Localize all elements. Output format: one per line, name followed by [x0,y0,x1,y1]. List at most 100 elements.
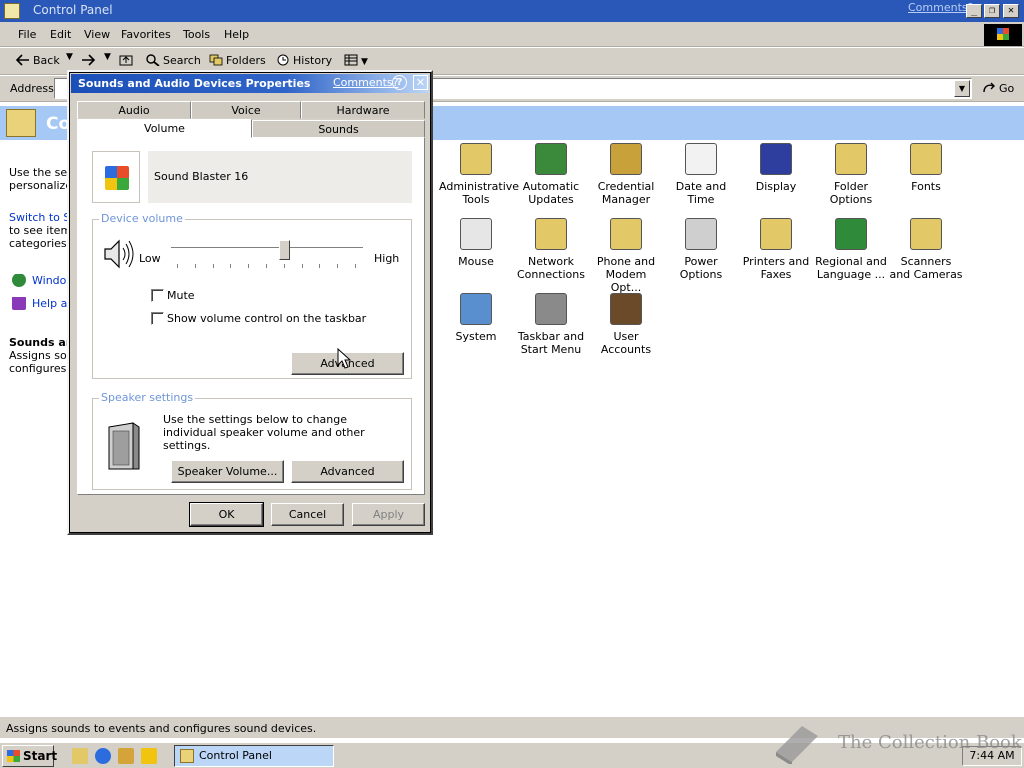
go-button[interactable]: Go [982,82,1014,95]
control-panel-item[interactable]: User Accounts [589,293,663,356]
help-book-icon [12,297,26,310]
control-panel-item-label: User Accounts [600,330,652,356]
speaker-settings-description: Use the settings below to change individ… [163,413,365,452]
address-dropdown-icon[interactable]: ▼ [954,80,970,97]
internet-explorer-icon[interactable] [95,748,111,764]
dialog-help-button[interactable]: ? [392,75,407,90]
menu-help[interactable]: Help [224,28,249,41]
mute-checkbox[interactable] [151,289,164,302]
desktop-quicklaunch-icon[interactable] [72,748,88,764]
back-dropdown-icon[interactable]: ▼ [66,52,73,62]
windows-update-link[interactable]: Window [10,274,70,287]
mute-label: Mute [167,289,195,302]
computer-icon [460,293,492,325]
control-panel-item[interactable]: Printers and Faxes [739,218,813,281]
go-arrow-icon [983,82,995,93]
control-panel-item[interactable]: Administrative Tools [439,143,519,206]
control-panel-item[interactable]: Automatic Updates [514,143,588,206]
volume-slider-tick [230,264,232,268]
minimize-button[interactable]: _ [966,4,982,18]
control-panel-item[interactable]: Regional and Language ... [814,218,888,281]
phone-icon [610,218,642,250]
control-panel-item[interactable]: Taskbar and Start Menu [514,293,588,356]
control-panel-item[interactable]: Date and Time [664,143,738,206]
back-label: Back [33,54,60,67]
control-panel-item[interactable]: Phone and Modem Opt... [589,218,663,294]
control-panel-item-label: Power Options [679,255,723,281]
globe-icon [835,218,867,250]
volume-slider-tick [319,264,321,268]
up-folder-button[interactable] [119,54,136,67]
back-arrow-icon [16,54,29,66]
help-support-link[interactable]: Help an [10,297,70,310]
tab-voice[interactable]: Voice [191,101,301,119]
views-button[interactable]: ▼ [344,54,368,67]
history-button[interactable]: History [276,54,332,67]
switch-view-line-2: to see items [9,224,69,237]
dialog-close-button[interactable]: ✕ [413,75,428,90]
search-button[interactable]: Search [146,54,201,67]
control-panel-item-label: Display [755,180,797,193]
menu-tools[interactable]: Tools [183,28,210,41]
show-volume-taskbar-checkbox[interactable] [151,312,164,325]
control-panel-item[interactable]: Folder Options [814,143,888,206]
windows-update-label: Window [32,274,70,287]
tab-sounds[interactable]: Sounds [252,120,425,138]
control-panel-item[interactable]: System [439,293,513,343]
control-panel-item[interactable]: Power Options [664,218,738,281]
taskbar-item-control-panel[interactable]: Control Panel [174,745,334,767]
speaker-advanced-button[interactable]: Advanced [291,460,404,483]
side-pane: Use the set personalize Switch to Si to … [0,140,70,710]
control-panel-item-label: System [455,330,497,343]
restore-button[interactable]: ❐ [984,4,1000,18]
cancel-button[interactable]: Cancel [271,503,344,526]
device-volume-group: Device volume Low High Mute Show volume … [92,212,412,379]
history-label: History [293,54,333,67]
users-icon [610,293,642,325]
control-panel-item-label: Scanners and Cameras [889,255,963,281]
menu-favorites[interactable]: Favorites [121,28,171,41]
globe-small-icon [12,274,26,287]
apply-button[interactable]: Apply [352,503,425,526]
control-panel-item[interactable]: Credential Manager [589,143,663,206]
tab-audio[interactable]: Audio [77,101,191,119]
comments-link[interactable]: Comments? [908,1,973,14]
back-button[interactable]: Back [16,54,60,67]
control-panel-item[interactable]: Mouse [439,218,513,268]
control-panel-item[interactable]: Fonts [889,143,963,193]
volume-slider-thumb[interactable] [278,240,290,260]
switch-view-line-3: categories. [9,237,69,250]
tab-volume[interactable]: Volume [77,119,252,138]
go-label: Go [999,82,1015,95]
ok-button[interactable]: OK [189,502,264,527]
dialog-titlebar: Sounds and Audio Devices Properties Comm… [71,74,429,93]
control-panel-item-label: Administrative Tools [439,180,520,206]
media-player-icon[interactable] [141,748,157,764]
control-panel-item-label: Taskbar and Start Menu [517,330,585,356]
printer-icon [760,218,792,250]
forward-button[interactable] [81,54,98,67]
folders-button[interactable]: Folders [209,54,266,67]
explorer-quicklaunch-icon[interactable] [118,748,134,764]
volume-slider-tick [194,264,196,268]
volume-slider-tick [337,264,339,268]
forward-dropdown-icon[interactable]: ▼ [104,52,111,62]
menu-view[interactable]: View [84,28,110,41]
book-logo-icon [776,726,818,764]
monitor-icon [760,143,792,175]
control-panel-item[interactable]: Network Connections [514,218,588,281]
dialog-comments-link[interactable]: Comments? [333,76,398,89]
menu-file[interactable]: File [18,28,36,41]
menu-edit[interactable]: Edit [50,28,71,41]
control-panel-item-label: Automatic Updates [522,180,580,206]
start-button[interactable]: Start [2,745,57,767]
tab-hardware[interactable]: Hardware [301,101,425,119]
window-title: Control Panel [33,3,113,17]
volume-slider-track[interactable] [171,247,363,250]
speaker-volume-button[interactable]: Speaker Volume... [171,460,284,483]
control-panel-item[interactable]: Scanners and Cameras [889,218,963,281]
close-button[interactable]: ✕ [1003,4,1019,18]
switch-view-link-1[interactable]: Switch to Si [9,211,69,224]
windows-flag-icon [7,750,20,762]
control-panel-item[interactable]: Display [739,143,813,193]
